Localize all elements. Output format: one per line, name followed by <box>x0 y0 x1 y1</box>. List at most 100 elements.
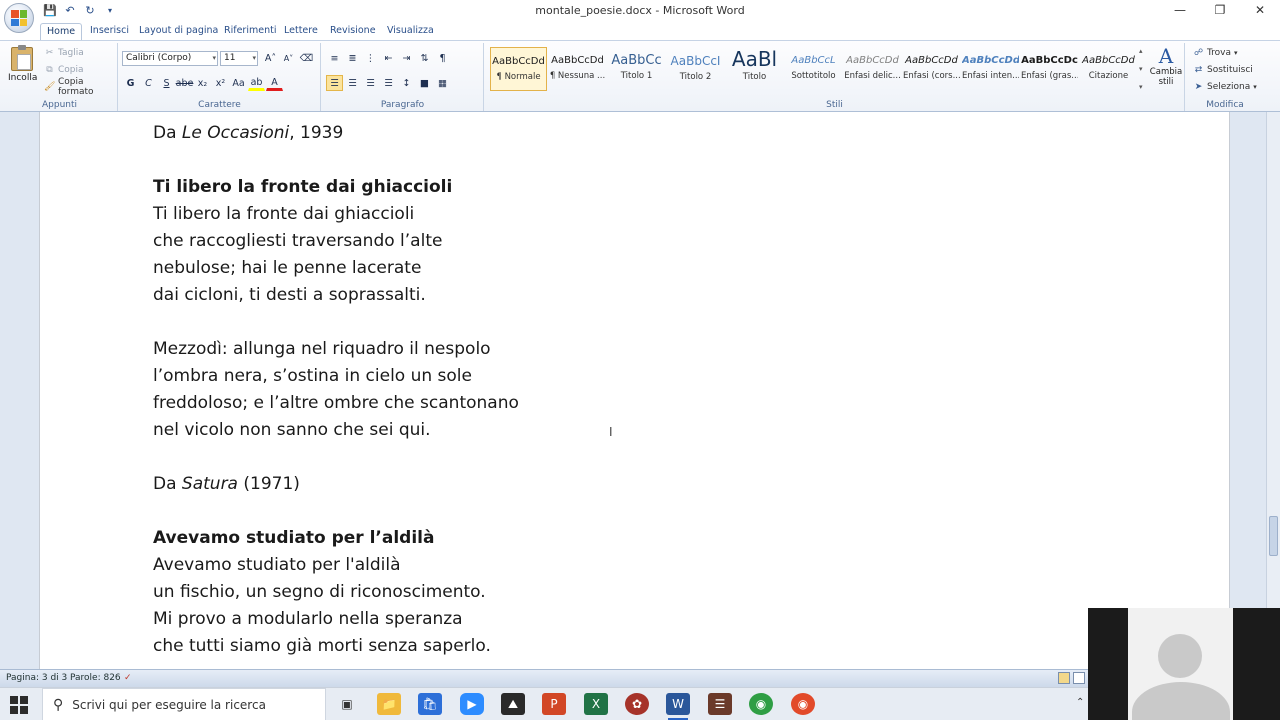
document-page[interactable]: Da Le Occasioni, 1939 Ti libero la front… <box>39 112 1230 669</box>
page-count[interactable]: Pagina: 3 di 3 <box>6 673 67 683</box>
subscript-icon[interactable]: x₂ <box>194 75 211 91</box>
document-line[interactable]: nebulose; hai le penne lacerate <box>153 255 519 282</box>
document-line[interactable]: freddoloso; e l’altre ombre che scantona… <box>153 390 519 417</box>
highlight-icon[interactable]: ab <box>248 75 265 91</box>
document-line[interactable]: che raccogliesti traversando l’alte <box>153 228 519 255</box>
style-subtle-emphasis[interactable]: AaBbCcDd Enfasi delic... <box>844 47 901 91</box>
style-no-spacing[interactable]: AaBbCcDd ¶ Nessuna ... <box>549 47 606 91</box>
bold-icon[interactable]: G <box>122 75 139 91</box>
app-icon[interactable]: ✿ <box>625 693 649 715</box>
styles-gallery-scroll[interactable]: ▴ ▾ ▾ <box>1139 47 1148 91</box>
increase-indent-icon[interactable]: ⇥ <box>398 50 415 66</box>
document-line[interactable]: un fischio, un segno di riconoscimento. <box>153 579 519 606</box>
grow-font-icon[interactable]: A˄ <box>262 50 279 66</box>
chrome-icon[interactable]: ◉ <box>749 693 773 715</box>
more-styles-icon[interactable]: ▾ <box>1139 83 1148 91</box>
decrease-indent-icon[interactable]: ⇤ <box>380 50 397 66</box>
document-line[interactable]: Avevamo studiato per l'aldilà <box>153 552 519 579</box>
select-button[interactable]: ➤ Seleziona ▾ <box>1193 80 1257 94</box>
poem-title-line[interactable]: Avevamo studiato per l’aldilà <box>153 525 519 552</box>
align-right-icon[interactable]: ☰ <box>362 75 379 91</box>
minimize-button[interactable]: — <box>1160 0 1200 20</box>
word-icon[interactable]: W <box>666 693 690 720</box>
document-line[interactable]: Mezzodì: allunga nel riquadro il nespolo <box>153 336 519 363</box>
document-line[interactable]: che tutti siamo già morti senza saperlo. <box>153 633 519 660</box>
tab-mailings[interactable]: Lettere <box>278 23 324 40</box>
multilevel-list-icon[interactable]: ⋮ <box>362 50 379 66</box>
proofing-icon[interactable]: ✓ <box>124 673 132 683</box>
italic-icon[interactable]: C <box>140 75 157 91</box>
document-line[interactable] <box>153 444 519 471</box>
vertical-scrollbar[interactable] <box>1266 112 1280 669</box>
word-count[interactable]: Parole: 826 <box>70 673 121 683</box>
style-title[interactable]: AaBl Titolo <box>726 47 783 91</box>
bullets-icon[interactable]: ≡ <box>326 50 343 66</box>
sort-icon[interactable]: ⇅ <box>416 50 433 66</box>
strikethrough-icon[interactable]: abe <box>176 75 194 91</box>
powerpoint-icon[interactable]: P <box>542 693 566 715</box>
font-name-combo[interactable]: Calibri (Corpo) ▾ <box>122 51 218 66</box>
cut-button[interactable]: ✂ Taglia <box>44 46 84 60</box>
find-button[interactable]: ☍ Trova ▾ <box>1193 46 1238 60</box>
scrollbar-thumb[interactable] <box>1269 516 1278 556</box>
style-quote[interactable]: AaBbCcDd Citazione <box>1080 47 1137 91</box>
store-icon[interactable]: 🛍 <box>418 693 442 715</box>
maximize-button[interactable]: ❐ <box>1200 0 1240 20</box>
library-icon[interactable]: ☰ <box>708 693 732 715</box>
style-intense-emphasis[interactable]: AaBbCcDd Enfasi inten... <box>962 47 1019 91</box>
tab-references[interactable]: Riferimenti <box>218 23 282 40</box>
numbering-icon[interactable]: ≣ <box>344 50 361 66</box>
tab-view[interactable]: Visualizza <box>381 23 440 40</box>
print-layout-icon[interactable] <box>1058 672 1070 684</box>
poem-title-line[interactable]: Ti libero la fronte dai ghiaccioli <box>153 174 519 201</box>
document-line[interactable] <box>153 498 519 525</box>
document-line[interactable]: dai cicloni, ti desti a soprassalti. <box>153 282 519 309</box>
chevron-up-icon[interactable]: ⌃ <box>1076 697 1084 708</box>
align-center-icon[interactable]: ☰ <box>344 75 361 91</box>
style-heading-1[interactable]: AaBbCc Titolo 1 <box>608 47 665 91</box>
paste-button[interactable]: Incolla <box>8 45 37 83</box>
tab-page-layout[interactable]: Layout di pagina <box>133 23 224 40</box>
full-screen-reading-icon[interactable] <box>1073 672 1085 684</box>
line-spacing-icon[interactable]: ↕ <box>398 75 415 91</box>
tab-review[interactable]: Revisione <box>324 23 382 40</box>
document-line[interactable]: Da Satura (1971) <box>153 471 519 498</box>
document-line[interactable]: Ti libero la fronte dai ghiaccioli <box>153 201 519 228</box>
tab-home[interactable]: Home <box>40 23 83 40</box>
change-styles-button[interactable]: A Cambia stili <box>1148 45 1184 87</box>
windows-start-icon[interactable] <box>10 696 28 714</box>
justify-icon[interactable]: ☰ <box>380 75 397 91</box>
close-button[interactable]: ✕ <box>1240 0 1280 20</box>
chrome-profile-icon[interactable]: ◉ <box>791 693 815 715</box>
excel-icon[interactable]: X <box>584 693 608 715</box>
style-subtitle[interactable]: AaBbCcL Sottotitolo <box>785 47 842 91</box>
file-explorer-icon[interactable]: 📁 <box>377 693 401 715</box>
document-line[interactable]: Da Le Occasioni, 1939 <box>153 120 519 147</box>
borders-icon[interactable]: ▦ <box>434 75 451 91</box>
document-body[interactable]: Da Le Occasioni, 1939 Ti libero la front… <box>153 120 519 660</box>
font-size-combo[interactable]: 11 ▾ <box>220 51 258 66</box>
taskbar-search[interactable]: ⚲ Scrivi qui per eseguire la ricerca <box>42 688 326 720</box>
superscript-icon[interactable]: x² <box>212 75 229 91</box>
office-button[interactable] <box>4 3 34 33</box>
zoom-icon[interactable]: ▶ <box>460 693 484 715</box>
style-normal[interactable]: AaBbCcDd ¶ Normale <box>490 47 547 91</box>
replace-button[interactable]: ⇄ Sostituisci <box>1193 63 1253 77</box>
document-line[interactable] <box>153 147 519 174</box>
copy-button[interactable]: ⧉ Copia <box>44 63 83 77</box>
document-line[interactable]: nel vicolo non sanno che sei qui. <box>153 417 519 444</box>
document-line[interactable] <box>153 309 519 336</box>
document-line[interactable]: Mi provo a modularlo nella speranza <box>153 606 519 633</box>
shading-icon[interactable]: ■ <box>416 75 433 91</box>
font-color-icon[interactable]: A <box>266 75 283 91</box>
style-emphasis[interactable]: AaBbCcDd Enfasi (cors... <box>903 47 960 91</box>
chevron-up-icon[interactable]: ▴ <box>1139 47 1148 55</box>
change-case-icon[interactable]: Aa <box>230 75 247 91</box>
document-line[interactable]: l’ombra nera, s’ostina in cielo un sole <box>153 363 519 390</box>
chevron-down-icon[interactable]: ▾ <box>1139 65 1148 73</box>
task-view-icon[interactable]: ▣ <box>335 693 359 715</box>
align-left-icon[interactable]: ☰ <box>326 75 343 91</box>
shrink-font-icon[interactable]: A˅ <box>280 50 297 66</box>
style-strong[interactable]: AaBbCcDc Enfasi (gras... <box>1021 47 1078 91</box>
clear-format-icon[interactable]: ⌫ <box>298 50 315 66</box>
